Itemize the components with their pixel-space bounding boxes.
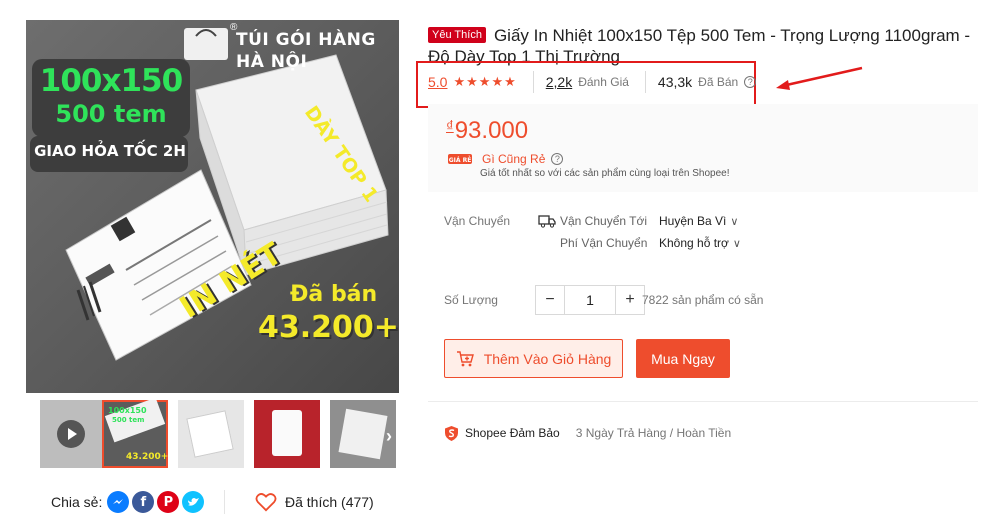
- heart-icon[interactable]: [255, 492, 277, 512]
- help-icon[interactable]: ?: [551, 153, 564, 165]
- cheap-promo-desc: Giá tốt nhất so với các sản phẩm cùng lo…: [480, 168, 730, 179]
- promo-sold-label: Đã bán: [290, 282, 378, 307]
- cart-icon: [456, 350, 474, 366]
- thumbnail-image[interactable]: [254, 400, 320, 468]
- guarantee-title: Shopee Đảm Bảo: [465, 426, 560, 440]
- promo-sold-value: 43.200+: [258, 310, 399, 345]
- quantity-input[interactable]: 1: [565, 285, 615, 315]
- cheap-tag-icon: GIÁ RẺ: [448, 154, 472, 164]
- product-stats: 5.0 ★ ★ ★ ★ ★ 2,2k Đánh Giá 43,3k Đã Bán…: [428, 71, 757, 93]
- thumb-size-text: 100x150: [108, 406, 147, 415]
- buy-now-button[interactable]: Mua Ngay: [636, 339, 730, 378]
- shipping-label: Vận Chuyển: [444, 214, 511, 228]
- currency-symbol: ₫: [446, 118, 454, 135]
- cheap-promo-title: Gì Cũng Rẻ: [482, 152, 546, 166]
- thumbnail-image[interactable]: ›: [330, 400, 396, 468]
- thumbnail-image-selected[interactable]: 100x150 500 tem 43.200+: [102, 400, 168, 468]
- share-divider: [224, 490, 225, 514]
- shopee-guarantee[interactable]: Shopee Đảm Bảo 3 Ngày Trả Hàng / Hoàn Ti…: [444, 424, 731, 442]
- truck-icon: [538, 215, 556, 228]
- shield-icon: [445, 425, 458, 441]
- cheap-promo-row: GIÁ RẺ Gì Cũng Rẻ ?: [446, 151, 564, 167]
- promo-shipping-text: GIAO HỎA TỐC 2H: [34, 142, 186, 160]
- quantity-label: Số Lượng: [444, 293, 498, 307]
- sold-label: Đã Bán: [698, 75, 739, 89]
- add-to-cart-button[interactable]: Thêm Vào Giỏ Hàng: [444, 339, 623, 378]
- thumb-count-text: 500 tem: [112, 416, 145, 424]
- thumbnail-next-icon[interactable]: ›: [386, 426, 392, 447]
- price-section: ₫93.000 GIÁ RẺ Gì Cũng Rẻ ? Giá tốt nhất…: [428, 104, 978, 192]
- thumbnail-image[interactable]: [178, 400, 244, 468]
- ship-fee-dropdown[interactable]: Không hỗ trợ ∨: [659, 236, 741, 250]
- favorite-count: Đã thích (477): [285, 494, 374, 510]
- cheap-tag-text: GIÁ RẺ: [449, 156, 472, 164]
- pinterest-icon[interactable]: P: [157, 491, 180, 513]
- chevron-down-icon: ∨: [732, 237, 741, 250]
- twitter-icon[interactable]: [182, 491, 205, 513]
- guarantee-desc: 3 Ngày Trả Hàng / Hoàn Tiền: [575, 426, 732, 440]
- thumb-sold-text: 43.200+: [126, 452, 168, 462]
- share-label: Chia sẻ:: [51, 494, 103, 510]
- price-value: ₫93.000: [446, 117, 528, 145]
- ship-to-dropdown[interactable]: Huyện Ba Vì ∨: [659, 214, 738, 228]
- registered-mark: ®: [230, 22, 238, 33]
- brand-name-line1: TÚI GÓI HÀNG: [236, 30, 376, 50]
- brand-name-line2: HÀ NỘI: [236, 52, 308, 72]
- star-icon: ★: [491, 74, 504, 89]
- promo-size-text: 100x150: [39, 63, 183, 99]
- ship-to-label: Vận Chuyển Tới: [560, 214, 648, 228]
- stats-divider: [532, 71, 534, 93]
- help-icon[interactable]: ?: [744, 76, 757, 88]
- stats-divider: [644, 71, 646, 93]
- section-divider: [428, 401, 978, 402]
- messenger-icon[interactable]: [107, 491, 130, 513]
- increase-button[interactable]: +: [615, 285, 645, 315]
- reviews-label: Đánh Giá: [578, 75, 629, 89]
- favorite-button[interactable]: Đã thích (477): [255, 490, 374, 514]
- share-row: Chia sẻ: f P: [51, 490, 207, 514]
- sold-count: 43,3k: [657, 74, 693, 90]
- decrease-button[interactable]: −: [535, 285, 565, 315]
- ship-fee-label: Phí Vận Chuyển: [560, 236, 648, 250]
- ship-fee-value: Không hỗ trợ: [659, 236, 729, 250]
- facebook-icon[interactable]: f: [132, 491, 155, 513]
- quantity-stepper: − 1 +: [535, 285, 645, 315]
- product-title-text: Giấy In Nhiệt 100x150 Tệp 500 Tem - Trọn…: [428, 26, 971, 66]
- annotation-arrow-icon: [776, 66, 863, 90]
- star-icon: ★: [453, 74, 466, 89]
- star-icon: ★: [504, 74, 516, 89]
- thumbnail-video[interactable]: [40, 400, 106, 468]
- thumbnail-strip: 100x150 500 tem 43.200+ ›: [26, 400, 399, 468]
- product-main-image[interactable]: 100x150 500 tem GIAO HỎA TỐC 2H TÚI GÓI …: [26, 20, 399, 393]
- price-amount: 93.000: [454, 117, 529, 144]
- star-icon: ★: [478, 74, 491, 89]
- play-icon[interactable]: [57, 420, 85, 448]
- favorite-shop-badge: Yêu Thích: [428, 27, 486, 43]
- add-to-cart-label: Thêm Vào Giỏ Hàng: [483, 350, 612, 367]
- star-icon: ★: [466, 74, 478, 89]
- ship-to-value: Huyện Ba Vì: [659, 214, 727, 228]
- reviews-count[interactable]: 2,2k: [546, 74, 572, 90]
- promo-count-text: 500 tem: [55, 100, 167, 128]
- stock-available: 7822 sản phẩm có sẵn: [642, 293, 764, 307]
- chevron-down-icon: ∨: [730, 215, 739, 228]
- rating-value[interactable]: 5.0: [428, 74, 447, 90]
